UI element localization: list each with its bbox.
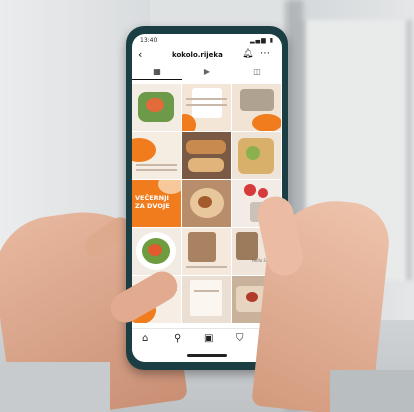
home-indicator xyxy=(187,354,227,357)
phone-screen: 13:40 ▂▄▆ ▮ ‹ kokolo.rijeka 🔔︎ ⋯ ▦ ▶ ◫ V… xyxy=(132,34,282,362)
right-sleeve xyxy=(330,370,414,412)
grid-post[interactable] xyxy=(182,180,231,227)
reels-icon[interactable]: ▶ xyxy=(182,66,232,79)
grid-post[interactable] xyxy=(182,276,231,323)
bell-icon[interactable]: 🔔︎ xyxy=(242,49,253,59)
grid-post[interactable] xyxy=(132,228,181,275)
grid-post[interactable] xyxy=(232,84,281,131)
status-icons: ▂▄▆ ▮ xyxy=(249,37,274,44)
profile-tabs: ▦ ▶ ◫ xyxy=(132,66,282,80)
shop-icon[interactable]: ⛉ xyxy=(236,333,244,344)
grid-post[interactable] xyxy=(132,84,181,131)
grid-post[interactable] xyxy=(182,228,231,275)
grid-post[interactable] xyxy=(132,132,181,179)
status-time: 13:40 xyxy=(140,37,158,44)
left-sleeve xyxy=(0,362,110,412)
profile-username: kokolo.rijeka xyxy=(172,51,223,59)
grid-post[interactable] xyxy=(182,132,231,179)
profile-header: ‹ kokolo.rijeka 🔔︎ ⋯ xyxy=(132,48,282,64)
photo-scene: 13:40 ▂▄▆ ▮ ‹ kokolo.rijeka 🔔︎ ⋯ ▦ ▶ ◫ V… xyxy=(0,0,414,412)
more-icon[interactable]: ⋯ xyxy=(260,48,270,59)
grid-post[interactable]: VEČERNJI ZA DVOJE xyxy=(132,180,181,227)
grid-post[interactable] xyxy=(182,84,231,131)
chevron-left-icon[interactable]: ‹ xyxy=(138,48,142,62)
grid-post[interactable] xyxy=(232,132,281,179)
home-icon[interactable]: ⌂ xyxy=(142,333,148,344)
reels-nav-icon[interactable]: ▣ xyxy=(204,333,213,344)
promo-post-text: VEČERNJI ZA DVOJE xyxy=(135,194,170,210)
tagged-icon[interactable]: ◫ xyxy=(232,66,282,79)
grid-icon[interactable]: ▦ xyxy=(132,66,182,80)
search-icon[interactable]: ⚲ xyxy=(174,333,181,344)
